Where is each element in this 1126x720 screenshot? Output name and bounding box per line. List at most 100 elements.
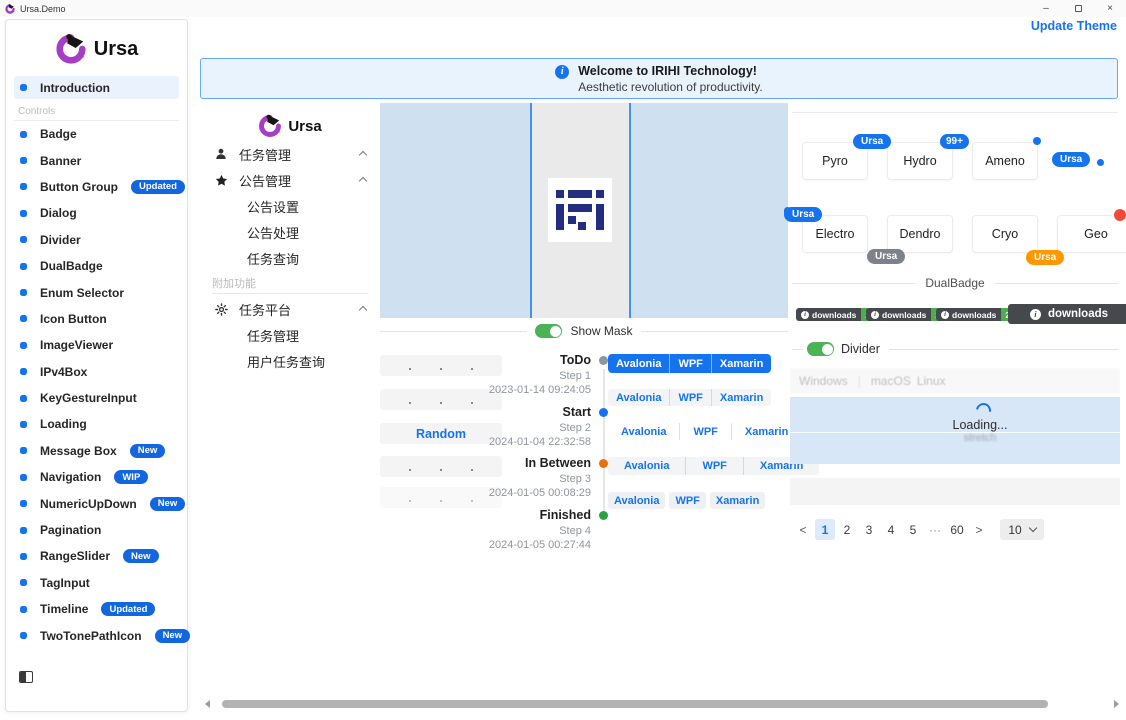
avalonia-button[interactable]: Avalonia [608, 492, 665, 509]
sidebar-item-divider[interactable]: Divider [6, 227, 187, 253]
sidebar-item-ipv4box[interactable]: IPv4Box [6, 359, 187, 385]
sidebar-item-rangeslider[interactable]: RangeSliderNew [6, 543, 187, 569]
sidebar-item-taginput[interactable]: TagInput [6, 570, 187, 596]
wpf-button[interactable]: WPF [679, 423, 730, 440]
tab-macos[interactable]: macOS [871, 374, 911, 388]
divider-toggle[interactable] [807, 342, 834, 356]
sidebar-item-introduction[interactable]: Introduction [14, 76, 179, 99]
sidebar-item-banner[interactable]: Banner [6, 147, 187, 173]
show-mask-toggle[interactable] [535, 324, 562, 338]
sidebar-item-loading[interactable]: Loading [6, 411, 187, 437]
menu-item-task-management[interactable]: 任务管理 [200, 141, 380, 167]
page-button-4[interactable]: 4 [881, 519, 901, 540]
bullet-icon [20, 263, 27, 270]
viewer-mask-right [631, 103, 788, 318]
avalonia-button[interactable]: Avalonia [608, 457, 685, 475]
banner-title: Welcome to IRIHI Technology! [578, 64, 763, 78]
timeline-step: In Between Step 3 2024-01-05 00:08:29 [458, 456, 608, 499]
timeline-step: Start Step 2 2024-01-04 22:32:58 [458, 405, 608, 448]
sidebar-item-numericupdown[interactable]: NumericUpDownNew [6, 490, 187, 516]
sidebar-item-enum-selector[interactable]: Enum Selector [6, 279, 187, 305]
count-badge: 99+ [940, 134, 969, 149]
next-page-button[interactable]: > [969, 519, 989, 540]
tab-linux[interactable]: Linux [917, 374, 946, 388]
menu-item-announcement-settings[interactable]: 公告设置 [200, 193, 380, 219]
badge-card-dendro: Dendro [887, 215, 953, 253]
status-badge: New [130, 444, 166, 458]
sidebar-item-button-group[interactable]: Button GroupUpdated [6, 174, 187, 200]
scroll-left-arrow[interactable] [205, 700, 210, 708]
sidebar-item-dialog[interactable]: Dialog [6, 200, 187, 226]
sidebar-item-imageviewer[interactable]: ImageViewer [6, 332, 187, 358]
page-button-3[interactable]: 3 [859, 519, 879, 540]
close-button[interactable]: × [1094, 0, 1126, 17]
menu-item-task-management-sub[interactable]: 任务管理 [200, 322, 380, 348]
menu-item-announcement-management[interactable]: 公告管理 [200, 167, 380, 193]
bullet-icon [20, 210, 27, 217]
masked-content-text: stretch [930, 432, 1030, 444]
button-group-wide: Avalonia WPF Xamarin [608, 457, 819, 475]
demo-menu: Ursa 任务管理 公告管理 公告设置 公告处理 任务查询 附加功能 任务平台 … [200, 103, 380, 374]
menu-item-user-task-query[interactable]: 用户任务查询 [200, 348, 380, 374]
minimize-button[interactable]: – [1030, 0, 1062, 17]
bullet-icon [20, 579, 27, 586]
sidebar-item-keygestureinput[interactable]: KeyGestureInput [6, 385, 187, 411]
bullet-icon [20, 474, 27, 481]
tab-windows[interactable]: Windows [799, 374, 848, 388]
image-viewer[interactable] [380, 103, 788, 318]
bullet-icon [20, 183, 27, 190]
wpf-button[interactable]: WPF [669, 389, 710, 406]
update-theme-button[interactable]: Update Theme [1031, 19, 1117, 33]
menu-item-task-query[interactable]: 任务查询 [200, 245, 380, 271]
page-button-5[interactable]: 5 [903, 519, 923, 540]
sidebar-item-pagination[interactable]: Pagination [6, 517, 187, 543]
bullet-icon [20, 632, 27, 639]
page-button-60[interactable]: 60 [947, 519, 967, 540]
avalonia-button[interactable]: Avalonia [608, 423, 679, 440]
menu-item-announcement-processing[interactable]: 公告处理 [200, 219, 380, 245]
page-button-1[interactable]: 1 [815, 519, 835, 540]
sidebar-item-badge[interactable]: Badge [6, 121, 187, 147]
divider [380, 331, 527, 332]
divider [792, 283, 915, 284]
menu-item-task-platform[interactable]: 任务平台 [200, 296, 380, 322]
xamarin-button[interactable]: Xamarin [711, 389, 771, 406]
timeline-step: ToDo Step 1 2023-01-14 09:24:05 [458, 353, 608, 396]
avalonia-button[interactable]: Avalonia [608, 354, 669, 373]
status-badge: New [123, 549, 159, 563]
xamarin-button[interactable]: Xamarin [710, 492, 765, 509]
scroll-right-arrow[interactable] [1114, 700, 1119, 708]
sidebar-item-navigation[interactable]: NavigationWIP [6, 464, 187, 490]
timeline-dot [599, 511, 608, 520]
collapse-sidebar-icon[interactable] [19, 671, 33, 683]
sidebar-item-twotonepathicon[interactable]: TwoTonePathIconNew [6, 622, 187, 648]
menu-logo-text: Ursa [288, 118, 321, 135]
show-mask-row: Show Mask [380, 323, 788, 339]
divider-demo-row: Divider [792, 342, 1118, 356]
sidebar-item-icon-button[interactable]: Icon Button [6, 306, 187, 332]
star-icon [214, 174, 228, 187]
window-title: Ursa.Demo [20, 4, 66, 14]
avalonia-button[interactable]: Avalonia [608, 389, 669, 406]
sidebar-item-timeline[interactable]: TimelineUpdated [6, 596, 187, 622]
maximize-button[interactable] [1062, 0, 1094, 17]
divider-toggle-label: Divider [841, 342, 880, 356]
bullet-icon [20, 368, 27, 375]
pagination: < 1 2 3 4 5 ··· 60 > 10 [793, 519, 1044, 540]
info-icon: i [555, 65, 569, 79]
ursa-logo-icon [258, 114, 282, 138]
divider [792, 349, 803, 350]
timeline-dot [599, 356, 608, 365]
page-size-dropdown[interactable]: 10 [1000, 519, 1044, 540]
sidebar-item-dualbadge[interactable]: DualBadge [6, 253, 187, 279]
bullet-icon [20, 84, 27, 91]
page-button-2[interactable]: 2 [837, 519, 857, 540]
sidebar-item-message-box[interactable]: Message BoxNew [6, 438, 187, 464]
wpf-button[interactable]: WPF [669, 354, 710, 373]
wpf-button[interactable]: WPF [685, 457, 742, 475]
horizontal-scrollbar-thumb[interactable] [222, 700, 1048, 708]
titlebar: Ursa.Demo – × [0, 0, 1126, 17]
xamarin-button[interactable]: Xamarin [711, 354, 771, 373]
prev-page-button[interactable]: < [793, 519, 813, 540]
wpf-button[interactable]: WPF [669, 492, 705, 509]
